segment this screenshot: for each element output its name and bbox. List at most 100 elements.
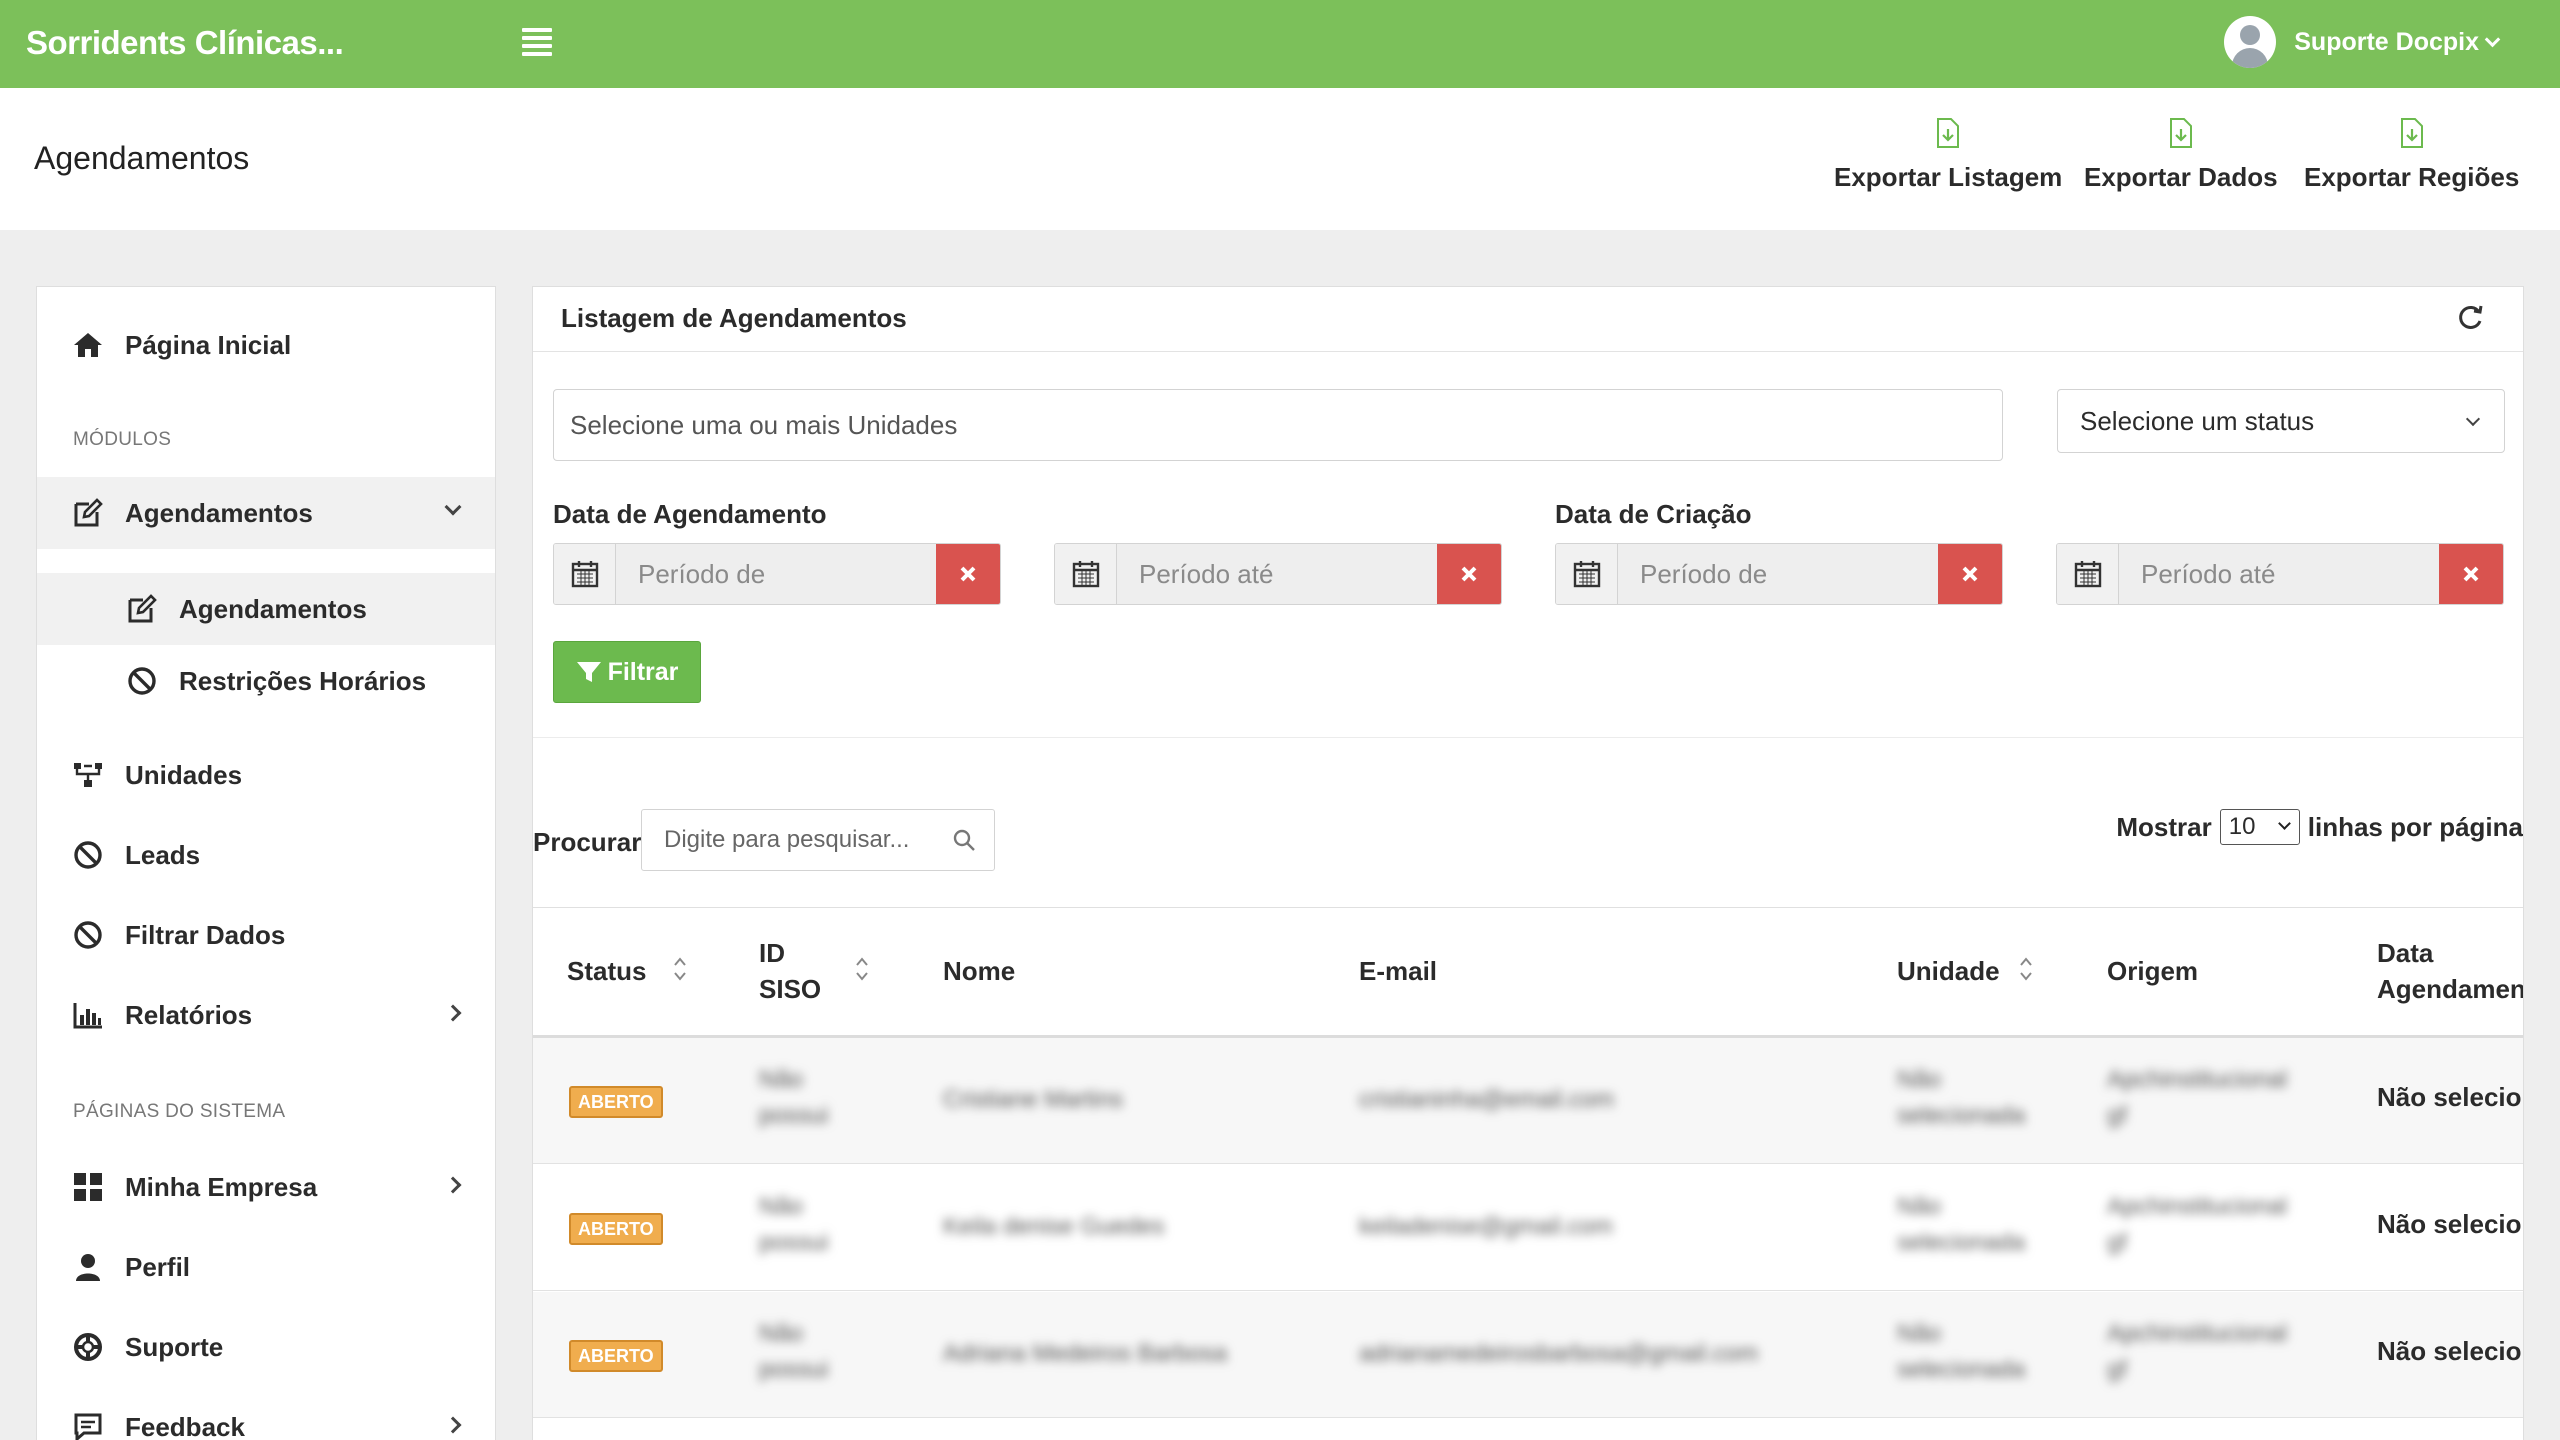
chevron-down-icon <box>2465 411 2481 427</box>
column-header-line: Agendament <box>2377 974 2524 1004</box>
sidebar-subitem-restricoes[interactable]: Restrições Horários <box>37 645 495 717</box>
cell-email: adrianamedeirosbarbosa@gmail.com <box>1359 1340 1759 1367</box>
close-icon <box>960 566 976 582</box>
divider <box>533 737 2523 738</box>
sidebar-item-label: Agendamentos <box>179 593 367 624</box>
ban-icon <box>125 664 159 698</box>
user-menu[interactable]: Suporte Docpix <box>2224 14 2501 70</box>
sidebar-item-home[interactable]: Página Inicial <box>37 309 495 381</box>
sidebar-item-minha-empresa[interactable]: Minha Empresa <box>37 1151 495 1223</box>
sidebar-item-label: Suporte <box>125 1331 224 1362</box>
calendar-icon[interactable] <box>2057 544 2119 604</box>
column-header-status[interactable]: Status <box>567 953 646 989</box>
label-data-criacao: Data de Criação <box>1555 499 1752 529</box>
column-header-line: ID <box>759 938 785 968</box>
export-dados-button[interactable]: Exportar Dados <box>2084 118 2278 193</box>
sidebar-item-suporte[interactable]: Suporte <box>37 1311 495 1383</box>
comment-icon <box>71 1410 105 1440</box>
column-header-nome[interactable]: Nome <box>943 953 1015 989</box>
sidebar-item-filtrar-dados[interactable]: Filtrar Dados <box>37 899 495 971</box>
sort-icon[interactable] <box>2019 955 2033 983</box>
export-regioes-button[interactable]: Exportar Regiões <box>2304 118 2519 193</box>
ban-icon <box>71 838 105 872</box>
divider <box>533 351 2523 352</box>
calendar-icon[interactable] <box>1556 544 1618 604</box>
sidebar-item-label: Página Inicial <box>125 329 292 360</box>
sidebar-item-label: Relatórios <box>125 999 253 1030</box>
cell-origem: Apchinstitucional gf <box>2107 1193 2288 1256</box>
chevron-right-icon <box>444 1004 462 1022</box>
cell-id-siso: Não possui <box>759 1193 829 1256</box>
page-size-control: Mostrar 10 linhas por página <box>2116 809 2523 845</box>
clear-date-button[interactable] <box>2439 544 2503 604</box>
table-row[interactable]: ABERTO Não possui Cristiane Martins crist… <box>533 1038 2523 1164</box>
sidebar-item-agendamentos[interactable]: Agendamentos <box>37 477 495 549</box>
sidebar-item-label: Agendamentos <box>125 497 313 528</box>
status-badge: ABERTO <box>569 1340 663 1372</box>
refresh-icon[interactable] <box>2453 301 2487 335</box>
table-divider <box>533 907 2523 908</box>
status-badge: ABERTO <box>569 1086 663 1118</box>
file-download-icon <box>2400 118 2423 148</box>
cell-origem: Apchinstitucional gf <box>2107 1320 2288 1383</box>
search-label: Procurar <box>533 827 642 857</box>
cell-unidade: Não selecionada <box>1897 1320 2026 1383</box>
column-header-unidade[interactable]: Unidade <box>1897 953 2000 989</box>
export-label: Exportar Regiões <box>2304 162 2520 192</box>
close-icon <box>2463 566 2479 582</box>
column-header-data-agendamento[interactable]: Data Agendament <box>2377 935 2524 1007</box>
export-listagem-button[interactable]: Exportar Listagem <box>1834 118 2062 193</box>
clear-date-button[interactable] <box>1437 544 1501 604</box>
sort-icon[interactable] <box>673 955 687 983</box>
sort-icon[interactable] <box>855 955 869 983</box>
page-size-select[interactable]: 10 <box>2219 809 2300 845</box>
page-header: Agendamentos Exportar Listagem Exportar … <box>0 88 2560 230</box>
column-header-origem[interactable]: Origem <box>2107 953 2198 989</box>
cell-nome: Adriana Medeiros Barbosa <box>943 1340 1228 1367</box>
rows-suffix: linhas por página <box>2307 811 2523 842</box>
date-from-input[interactable]: Período de <box>1618 544 1938 604</box>
life-ring-icon <box>71 1330 105 1364</box>
home-icon <box>71 328 105 362</box>
sidebar-item-leads[interactable]: Leads <box>37 819 495 891</box>
status-select[interactable]: Selecione um status <box>2057 389 2505 453</box>
units-multiselect[interactable]: Selecione uma ou mais Unidades <box>553 389 2003 461</box>
sidebar-item-unidades[interactable]: Unidades <box>37 739 495 811</box>
sidebar-item-label: Filtrar Dados <box>125 919 286 950</box>
filter-button[interactable]: Filtrar <box>553 641 701 703</box>
close-icon <box>1461 566 1477 582</box>
column-header-email[interactable]: E-mail <box>1359 953 1437 989</box>
clear-date-button[interactable] <box>1938 544 2002 604</box>
cell-nome: Cristiane Martins <box>943 1086 1124 1113</box>
user-icon <box>71 1250 105 1284</box>
column-header-line: SISO <box>759 974 822 1004</box>
clear-date-button[interactable] <box>936 544 1000 604</box>
column-header-line: Data <box>2377 938 2434 968</box>
sidebar-item-label: Unidades <box>125 759 243 790</box>
date-from-input[interactable]: Período de <box>616 544 936 604</box>
sidebar-item-relatorios[interactable]: Relatórios <box>37 979 495 1051</box>
file-download-icon <box>1937 118 1960 148</box>
cell-email: cristianinha@email.com <box>1359 1086 1615 1113</box>
table-row[interactable]: ABERTO Não possui Keila denise Guedes kei… <box>533 1165 2523 1291</box>
sidebar-item-perfil[interactable]: Perfil <box>37 1231 495 1303</box>
cell-data-agendamento: Não selecior <box>2377 1082 2524 1112</box>
edit-icon <box>125 592 159 626</box>
calendar-icon[interactable] <box>554 544 616 604</box>
label-data-agendamento: Data de Agendamento <box>553 499 827 529</box>
date-to-input[interactable]: Período até <box>1117 544 1437 604</box>
calendar-icon[interactable] <box>1055 544 1117 604</box>
search-icon <box>953 829 975 851</box>
date-to-input[interactable]: Período até <box>2119 544 2439 604</box>
column-header-id-siso[interactable]: ID SISO <box>759 935 821 1007</box>
sidebar-item-feedback[interactable]: Feedback <box>37 1391 495 1440</box>
table-row[interactable]: ABERTO Não possui Adriana Medeiros Barbos… <box>533 1292 2523 1418</box>
criacao-date-to: Período até <box>2056 543 2504 605</box>
sidebar-subitem-agendamentos[interactable]: Agendamentos <box>37 573 495 645</box>
export-label: Exportar Listagem <box>1834 162 2063 192</box>
brand-name[interactable]: Sorridents Clínicas... <box>26 24 344 62</box>
file-download-icon <box>2169 118 2192 148</box>
search-input[interactable]: Digite para pesquisar... <box>641 809 995 871</box>
menu-toggle-icon[interactable] <box>522 28 552 56</box>
export-label: Exportar Dados <box>2084 162 2278 192</box>
